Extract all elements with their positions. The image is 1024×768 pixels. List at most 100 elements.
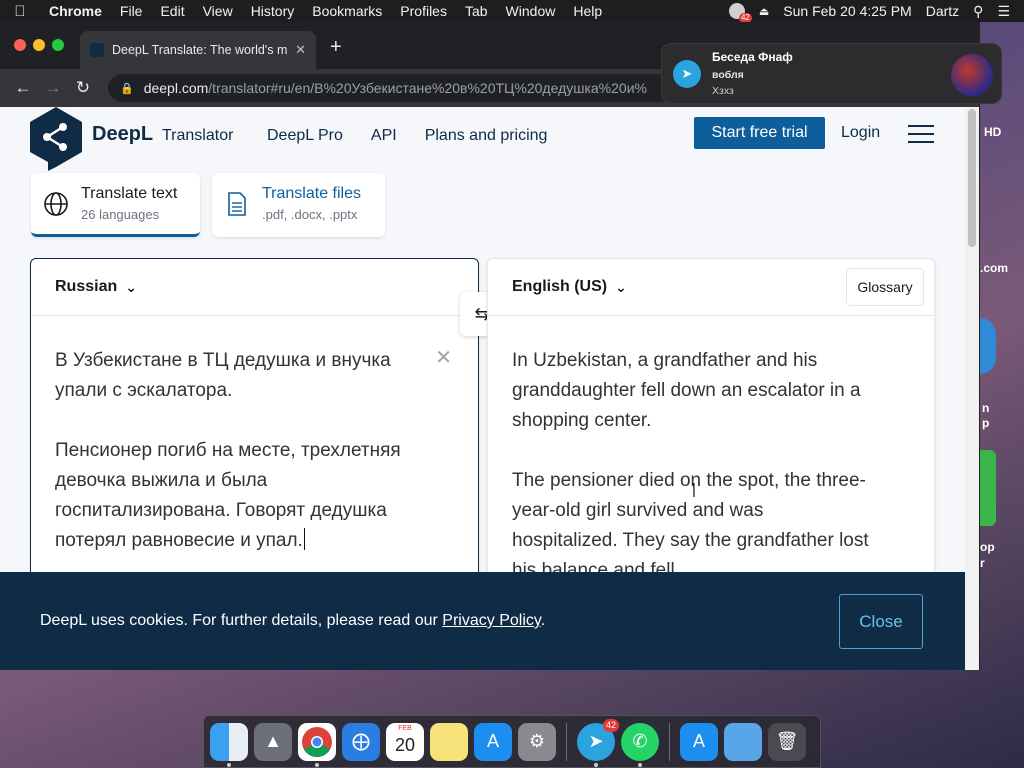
menu-app-chrome[interactable]: Chrome <box>40 3 111 19</box>
cookie-message: DeepL uses cookies. For further details,… <box>40 612 545 630</box>
forward-arrow-icon[interactable]: → <box>38 78 68 98</box>
calendar-icon[interactable]: FEB 20 <box>386 722 424 761</box>
telegram-status-icon[interactable]: 42 <box>728 3 752 23</box>
menu-window[interactable]: Window <box>497 3 565 19</box>
telegram-icon: ➤ <box>673 60 701 88</box>
notification-sender: вобля <box>712 69 744 81</box>
translate-files-subtitle: .pdf, .docx, .pptx <box>262 207 358 222</box>
menu-view[interactable]: View <box>194 3 242 19</box>
calendar-month: FEB <box>398 724 412 732</box>
eject-icon[interactable]: ⏏ <box>759 5 769 18</box>
source-text: В Узбекистане в ТЦ дедушка и внучка упал… <box>55 350 401 551</box>
new-tab-icon[interactable]: + <box>330 36 342 59</box>
spotlight-search-icon[interactable]: ⚲ <box>973 3 983 20</box>
notes-icon[interactable] <box>430 722 468 761</box>
desktop-label-n[interactable]: n <box>982 401 989 415</box>
menubar-user[interactable]: Dartz <box>926 3 959 19</box>
translate-files-title: Translate files <box>262 185 361 202</box>
chat-avatar <box>951 54 993 96</box>
menu-bookmarks[interactable]: Bookmarks <box>303 3 391 19</box>
window-maximize-button[interactable] <box>52 39 64 51</box>
dock-separator <box>566 722 567 761</box>
globe-icon <box>44 192 68 216</box>
cookie-text-after: . <box>540 612 546 629</box>
desktop-app-icon[interactable] <box>980 450 996 526</box>
menubar-status-area: 42 ⏏ Sun Feb 20 4:25 PM Dartz ⚲ ☰ <box>728 3 1024 23</box>
desktop-label-r[interactable]: r <box>980 556 985 570</box>
site-nav: DeepL Pro API Plans and pricing <box>267 127 547 145</box>
desktop-label-hd[interactable]: HD <box>984 125 1001 139</box>
brand-name[interactable]: DeepL <box>92 123 153 146</box>
menu-history[interactable]: History <box>242 3 304 19</box>
chevron-down-icon: ⌄ <box>615 278 627 295</box>
nav-plans-pricing[interactable]: Plans and pricing <box>425 127 548 145</box>
page-scrollbar[interactable] <box>965 107 979 670</box>
menu-edit[interactable]: Edit <box>151 3 193 19</box>
brand-subtitle[interactable]: Translator <box>162 127 233 145</box>
target-text-output[interactable]: In Uzbekistan, a grandfather and his gra… <box>488 316 934 586</box>
dock-separator <box>669 722 670 761</box>
menu-profiles[interactable]: Profiles <box>391 3 456 19</box>
translate-text-title: Translate text <box>81 185 178 202</box>
trash-icon[interactable]: 🗑 <box>768 722 806 761</box>
close-icon[interactable]: ✕ <box>435 345 452 370</box>
menubar-datetime[interactable]: Sun Feb 20 4:25 PM <box>783 3 911 19</box>
apple-icon[interactable]:  <box>0 3 40 20</box>
menu-tab[interactable]: Tab <box>456 3 497 19</box>
source-language-select[interactable]: Russian ⌄ <box>31 259 478 316</box>
target-language-label: English (US) <box>512 278 608 295</box>
browser-tab-deepl[interactable]: DeepL Translate: The world's m ✕ <box>80 31 316 69</box>
translate-text-subtitle: 26 languages <box>81 207 160 222</box>
window-minimize-button[interactable] <box>33 39 45 51</box>
control-center-icon[interactable]: ☰ <box>997 3 1010 20</box>
whatsapp-icon[interactable]: ✆ <box>621 722 659 767</box>
scrollbar-thumb[interactable] <box>968 109 976 247</box>
url-path: /translator#ru/en/В%20Узбекистане%20в%20… <box>208 80 647 96</box>
desktop-label-op[interactable]: op <box>980 540 995 554</box>
privacy-policy-link[interactable]: Privacy Policy <box>442 612 540 629</box>
glossary-button[interactable]: Glossary <box>846 268 924 306</box>
nav-deepl-pro[interactable]: DeepL Pro <box>267 127 343 145</box>
telegram-icon[interactable]: ➤ 42 <box>577 718 619 767</box>
source-text-input[interactable]: В Узбекистане в ТЦ дедушка и внучка упал… <box>31 316 478 556</box>
app-store-download-icon[interactable]: A <box>680 722 718 761</box>
desktop-label-p[interactable]: p <box>982 416 989 430</box>
url-host: deepl.com <box>143 80 209 96</box>
macos-dock: ▲ ⨁ FEB 20 A ⚙ ➤ 42 ✆ A 🗑 <box>203 715 821 768</box>
launchpad-icon[interactable]: ▲ <box>254 722 292 761</box>
document-icon <box>228 192 246 216</box>
menu-help[interactable]: Help <box>564 3 611 19</box>
menu-file[interactable]: File <box>111 3 152 19</box>
app-store-icon[interactable]: A <box>474 722 512 761</box>
cookie-text-before: DeepL uses cookies. For further details,… <box>40 612 443 629</box>
login-link[interactable]: Login <box>841 124 880 142</box>
cookie-close-button[interactable]: Close <box>839 594 923 649</box>
downloads-folder-icon[interactable] <box>724 722 762 761</box>
desktop-label-com[interactable]: .com <box>980 261 1008 275</box>
tab-close-icon[interactable]: ✕ <box>295 42 306 58</box>
macos-menu-bar:  Chrome File Edit View History Bookmark… <box>0 0 1024 23</box>
tab-translate-text[interactable]: Translate text 26 languages <box>31 173 200 237</box>
start-free-trial-button[interactable]: Start free trial <box>694 117 825 149</box>
text-caret <box>303 528 305 550</box>
reload-icon[interactable]: ↻ <box>68 78 98 98</box>
desktop-icons-area: HD .com n p op r <box>980 100 1024 670</box>
chrome-icon[interactable] <box>298 722 336 767</box>
notification-title: Беседа Фнаф <box>712 50 793 64</box>
back-arrow-icon[interactable]: ← <box>8 78 38 98</box>
lock-icon[interactable]: 🔒 <box>120 82 134 95</box>
desktop-app-icon[interactable] <box>980 318 996 374</box>
finder-icon[interactable] <box>210 722 248 767</box>
deepl-favicon-icon <box>90 43 104 57</box>
chevron-down-icon: ⌄ <box>125 278 137 295</box>
telegram-notification[interactable]: ➤ Беседа Фнаф вобля Хзхз <box>661 43 1002 104</box>
chrome-window: DeepL Translate: The world's m ✕ + ← → ↻… <box>0 22 980 670</box>
system-preferences-icon[interactable]: ⚙ <box>518 722 556 761</box>
safari-icon[interactable]: ⨁ <box>342 722 380 761</box>
nav-api[interactable]: API <box>371 127 397 145</box>
tab-translate-files[interactable]: Translate files .pdf, .docx, .pptx <box>212 173 385 237</box>
deepl-logo-icon[interactable] <box>30 107 82 171</box>
hamburger-menu-icon[interactable] <box>908 125 934 143</box>
window-close-button[interactable] <box>14 39 26 51</box>
mouse-cursor-icon: | <box>692 481 696 498</box>
